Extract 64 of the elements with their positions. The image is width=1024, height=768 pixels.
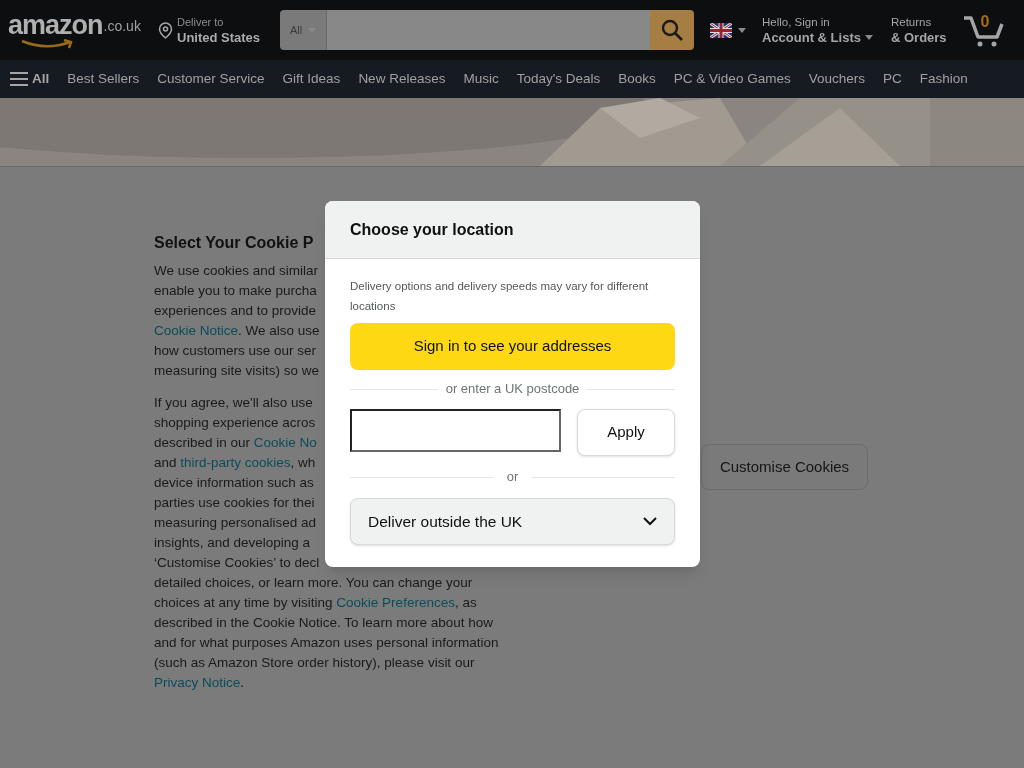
text-line: (such as Amazon Store order history), please visit our <box>154 655 475 670</box>
text-line: detailed choices, or learn more. You can change your <box>154 575 473 590</box>
text-line: , wh <box>290 455 316 470</box>
cart-icon[interactable] <box>962 14 1005 48</box>
logo[interactable]: amazon <box>8 11 103 39</box>
text-line: We use cookies and similar <box>154 263 319 278</box>
text-line: shopping experience acros <box>154 415 316 430</box>
nav-link[interactable]: Gift Ideas <box>282 68 341 90</box>
divider-label: or enter a UK postcode <box>445 380 580 399</box>
text-line: insights, and developing a <box>154 535 311 550</box>
text-line: described in the Cookie Notice. To learn more about how <box>154 615 493 630</box>
text-line: If you agree, we'll also use <box>154 395 313 410</box>
text-line: parties use cookies for thei <box>154 495 315 510</box>
nav-link[interactable]: Books <box>618 68 656 90</box>
text-line: measuring personalised ad <box>154 515 317 530</box>
cookie-title: Select Your Cookie P <box>154 233 314 253</box>
text-line: how customers use our ser <box>154 343 317 358</box>
search-field[interactable] <box>327 10 650 50</box>
account-greeting: Hello, Sign in <box>762 15 831 30</box>
text-line: measuring site visits) so we <box>154 363 320 378</box>
search-icon <box>661 19 683 41</box>
text-line: described in our <box>154 435 252 450</box>
postcode-field[interactable] <box>350 409 561 452</box>
orders-link[interactable]: & Orders <box>890 30 947 45</box>
caret-icon <box>738 27 746 33</box>
cart-count: 0 <box>980 12 990 32</box>
modal-description: Delivery options and delivery speeds may vary for different locations <box>350 279 650 314</box>
text-line: and for what purposes Amazon uses personal information <box>154 635 499 650</box>
location-pin-icon <box>158 21 173 39</box>
country-dropdown[interactable]: Deliver outside the UK <box>350 498 675 545</box>
nav-link[interactable]: Best Sellers <box>67 68 140 90</box>
search-button[interactable] <box>650 10 694 50</box>
nav-link[interactable]: Fashion <box>919 68 968 90</box>
nav-link[interactable]: Music <box>463 68 499 90</box>
flag-icon[interactable] <box>710 22 732 38</box>
text-line: . We also use <box>238 323 320 338</box>
deliver-location[interactable]: United States <box>177 30 261 45</box>
nav-link[interactable]: Vouchers <box>808 68 865 90</box>
text-line: and <box>154 455 178 470</box>
modal-title: Choose your location <box>350 219 514 240</box>
deliver-label: Deliver to <box>177 15 225 30</box>
returns-label: Returns <box>890 15 933 30</box>
account-menu[interactable]: Account & Lists <box>762 30 861 45</box>
sign-in-button[interactable]: Sign in to see your addresses <box>350 323 675 370</box>
chevron-down-icon <box>643 517 657 526</box>
apply-button[interactable]: Apply <box>577 409 675 456</box>
all-menu-button[interactable]: All <box>32 68 50 90</box>
caret-icon <box>864 35 873 40</box>
text-line: experiences and to provide <box>154 303 317 318</box>
nav-link[interactable]: Customer Service <box>157 68 265 90</box>
divider-label: or <box>506 468 519 487</box>
customise-cookies-button[interactable]: Customise Cookies <box>701 444 868 490</box>
text-line: , as <box>454 595 477 610</box>
logo-domain: .co.uk <box>103 17 141 36</box>
nav-link[interactable]: PC & Video Games <box>673 68 791 90</box>
menu-icon[interactable] <box>10 72 28 86</box>
text-line: choices at any time by visiting <box>154 595 334 610</box>
nav-link[interactable]: PC <box>882 68 902 90</box>
text-line: ‘Customise Cookies’ to decl <box>154 555 320 570</box>
text-line: . <box>240 675 245 690</box>
nav-link[interactable]: New Releases <box>358 68 446 90</box>
text-line: enable you to make purcha <box>154 283 317 298</box>
nav-link[interactable]: Today's Deals <box>516 68 601 90</box>
text-line: device information such as <box>154 475 314 490</box>
